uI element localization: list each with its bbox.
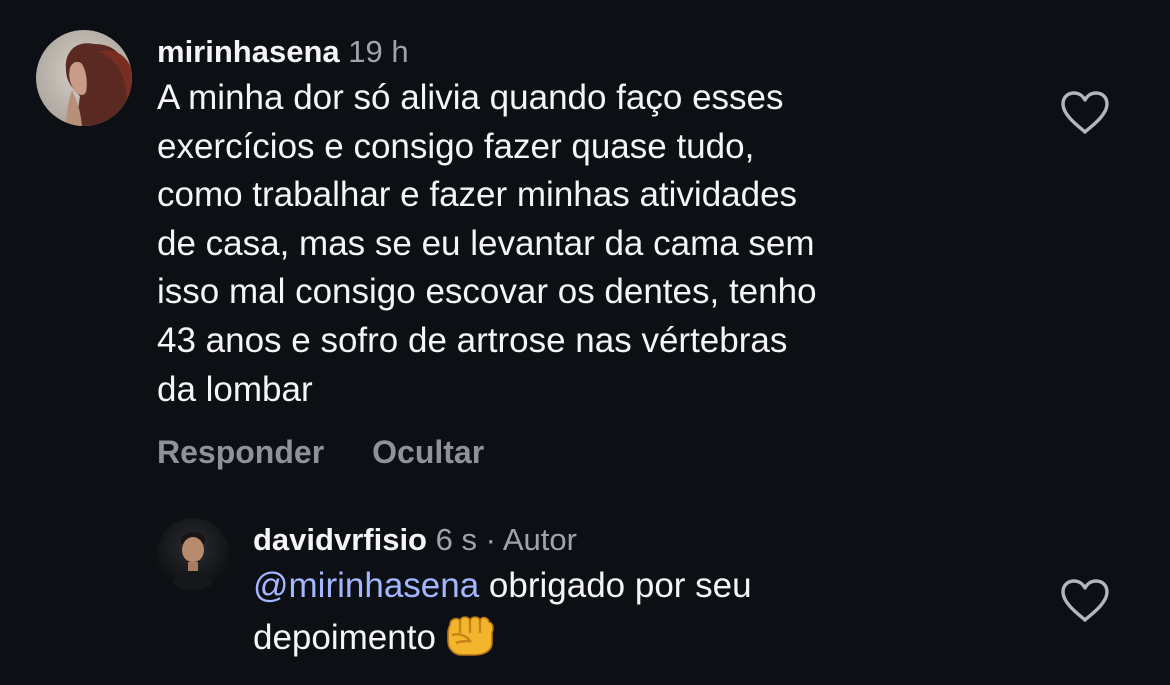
reply-meta: davidvrfisio 6 s · Autor <box>253 518 1013 562</box>
comment-body: mirinhasena 19 h A minha dor só alivia q… <box>157 30 1057 471</box>
avatar[interactable] <box>157 518 229 590</box>
oncoming-fist-emoji <box>444 611 496 671</box>
author-badge: Autor <box>502 522 577 557</box>
comment-actions: Responder Ocultar <box>157 434 1057 471</box>
hide-button[interactable]: Ocultar <box>372 434 484 471</box>
separator-dot: · <box>485 522 496 557</box>
username[interactable]: davidvrfisio <box>253 522 427 557</box>
reply-body: davidvrfisio 6 s · Autor @mirinhasena ob… <box>253 518 1013 670</box>
username[interactable]: mirinhasena <box>157 34 340 69</box>
reply-text: @mirinhasena obrigado por seu depoimento <box>253 562 973 670</box>
avatar-photo <box>36 30 132 126</box>
comment-text: A minha dor só alivia quando faço esses … <box>157 78 817 409</box>
reply-button[interactable]: Responder <box>157 434 324 471</box>
comment-meta: mirinhasena 19 h <box>157 30 1057 74</box>
avatar[interactable] <box>36 30 132 126</box>
heart-outline-icon[interactable] <box>1059 578 1111 624</box>
timestamp: 19 h <box>348 34 409 69</box>
heart-outline-icon[interactable] <box>1059 90 1111 136</box>
mention-link[interactable]: @mirinhasena <box>253 566 479 605</box>
avatar-photo <box>157 518 229 590</box>
timestamp: 6 s <box>435 522 477 557</box>
